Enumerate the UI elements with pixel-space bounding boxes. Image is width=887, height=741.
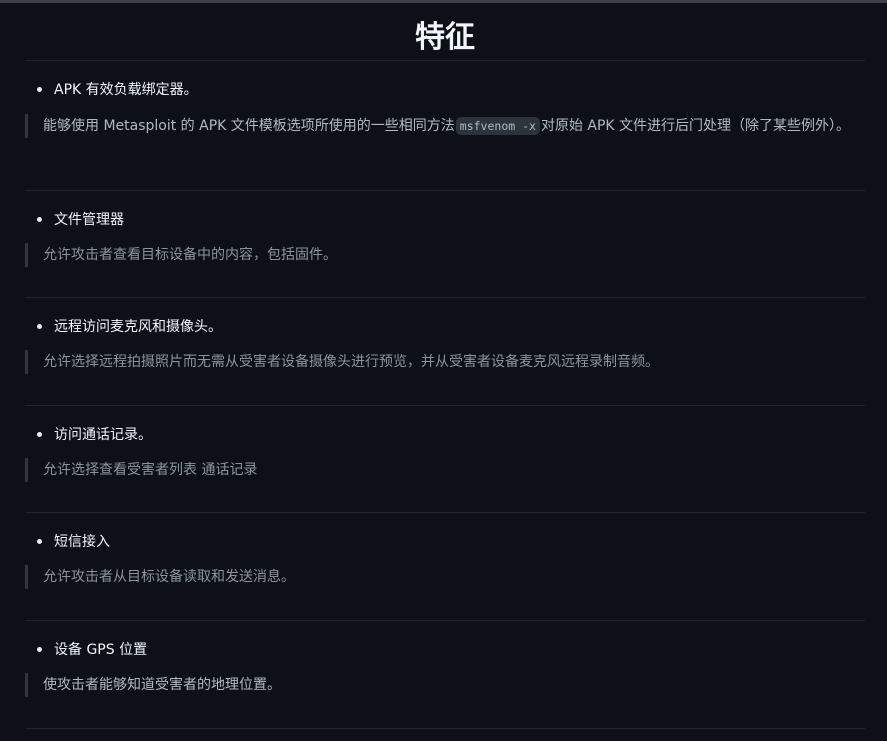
page-title: 特征 (25, 3, 865, 61)
feature-title: 文件管理器 (54, 212, 124, 228)
feature-description: 能够使用 Metasploit 的 APK 文件模板选项所使用的一些相同方法 ms… (25, 114, 868, 138)
bullet-icon (37, 431, 42, 437)
feature-item-sms: 短信接入 允许攻击者从目标设备读取和发送消息。 (25, 513, 865, 621)
feature-description-text: 使攻击者能够知道受害者的地理位置。 (43, 677, 281, 693)
feature-description-text-after: 对原始 APK 文件进行后门处理（除了某些例外）。 (540, 118, 851, 134)
feature-item-call-log: 访问通话记录。 允许选择查看受害者列表 通话记录 (25, 406, 865, 513)
inline-code: msfvenom -x (455, 117, 540, 135)
feature-title-row: APK 有效负载绑定器。 (25, 79, 198, 99)
feature-description-text: 允许攻击者查看目标设备中的内容，包括固件。 (43, 247, 337, 263)
bullet-icon (37, 323, 42, 329)
feature-title-row: 短信接入 (25, 531, 110, 551)
bullet-icon (37, 86, 42, 92)
feature-title: 远程访问麦克风和摄像头。 (54, 319, 222, 335)
feature-title: APK 有效负载绑定器。 (54, 82, 198, 98)
feature-title-row: 远程访问麦克风和摄像头。 (25, 316, 222, 336)
feature-description: 允许攻击者查看目标设备中的内容，包括固件。 (25, 243, 868, 267)
feature-description-text: 能够使用 Metasploit 的 APK 文件模板选项所使用的一些相同方法 (43, 118, 455, 134)
feature-description: 允许选择查看受害者列表 通话记录 (25, 458, 868, 482)
bullet-icon (37, 216, 42, 222)
feature-description: 允许攻击者从目标设备读取和发送消息。 (25, 565, 868, 589)
bullet-icon (37, 538, 42, 544)
feature-item-apk-binder: APK 有效负载绑定器。 能够使用 Metasploit 的 APK 文件模板选… (25, 61, 865, 191)
feature-title-row: 设备 GPS 位置 (25, 639, 147, 659)
feature-description-text: 允许选择查看受害者列表 通话记录 (43, 462, 258, 478)
feature-description-text: 允许攻击者从目标设备读取和发送消息。 (43, 569, 295, 585)
feature-title: 设备 GPS 位置 (54, 642, 148, 658)
feature-title: 短信接入 (54, 534, 110, 550)
feature-description: 允许选择远程拍摄照片而无需从受害者设备摄像头进行预览，并从受害者设备麦克风远程录… (25, 350, 868, 374)
bullet-icon (37, 646, 42, 652)
feature-item-gps: 设备 GPS 位置 使攻击者能够知道受害者的地理位置。 (25, 621, 865, 729)
feature-title: 访问通话记录。 (54, 427, 152, 443)
feature-title-row: 访问通话记录。 (25, 424, 152, 444)
feature-title-row: 文件管理器 (25, 209, 124, 229)
feature-description: 使攻击者能够知道受害者的地理位置。 (25, 673, 868, 697)
feature-item-mic-camera: 远程访问麦克风和摄像头。 允许选择远程拍摄照片而无需从受害者设备摄像头进行预览，… (25, 298, 865, 406)
feature-description-text: 允许选择远程拍摄照片而无需从受害者设备摄像头进行预览，并从受害者设备麦克风远程录… (43, 354, 659, 370)
features-section: 特征 APK 有效负载绑定器。 能够使用 Metasploit 的 APK 文件… (25, 3, 865, 729)
feature-item-file-manager: 文件管理器 允许攻击者查看目标设备中的内容，包括固件。 (25, 191, 865, 298)
